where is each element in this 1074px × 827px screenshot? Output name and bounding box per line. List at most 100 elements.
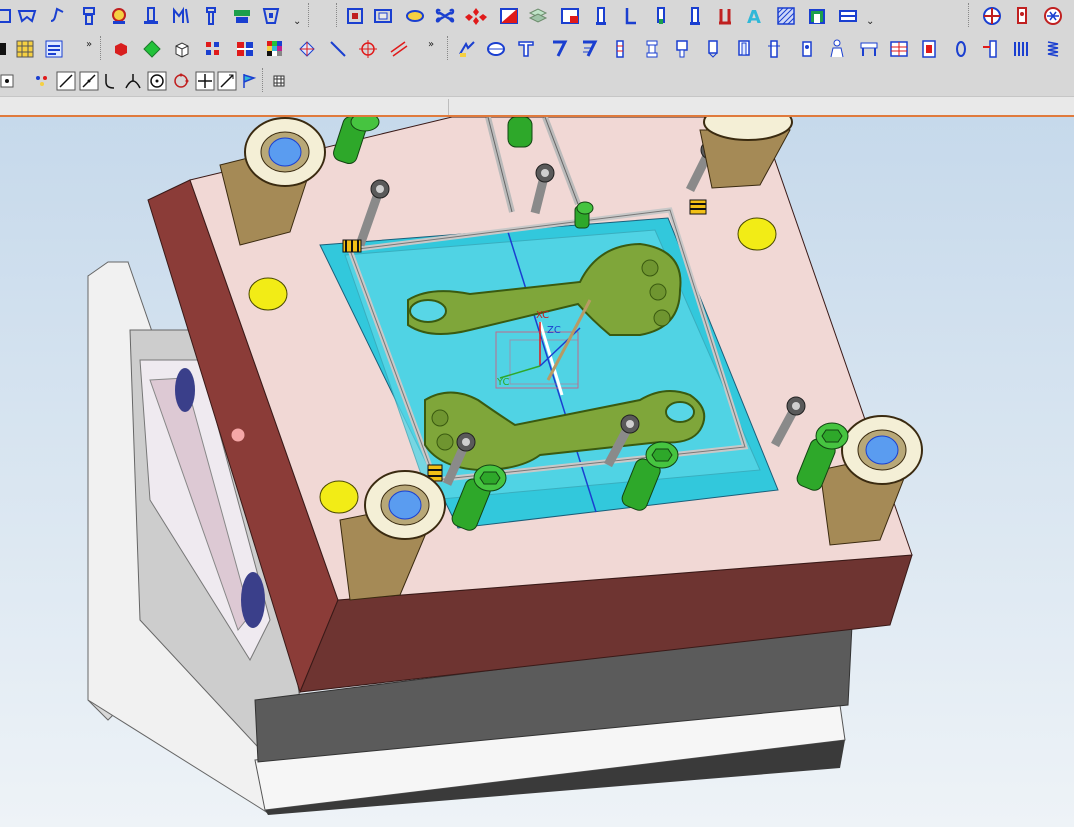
grid-icon[interactable]	[268, 70, 290, 92]
standard-part-icon[interactable]	[260, 5, 282, 27]
palette-icon[interactable]	[264, 38, 286, 60]
layer-manager-icon[interactable]	[43, 38, 65, 60]
spring-clip	[342, 239, 362, 253]
normal-icon[interactable]	[122, 70, 144, 92]
line-icon[interactable]	[327, 38, 349, 60]
tool-a-icon[interactable]	[1011, 5, 1033, 27]
layer-icon[interactable]	[527, 5, 549, 27]
spacer-icon[interactable]	[641, 38, 663, 60]
parting-line-icon[interactable]	[16, 5, 38, 27]
toolbar-overflow-chevron[interactable]: »	[428, 39, 434, 50]
lifter-icon[interactable]	[200, 5, 222, 27]
stop-icon[interactable]	[0, 38, 12, 60]
side-hole	[230, 427, 246, 443]
curve-tool-icon[interactable]	[100, 70, 122, 92]
pin-e-icon[interactable]	[714, 5, 736, 27]
render-box-icon[interactable]	[171, 38, 193, 60]
section-icon[interactable]	[559, 5, 581, 27]
runner-icon[interactable]	[46, 5, 68, 27]
spring-icon[interactable]	[1042, 38, 1064, 60]
ejector-knob	[175, 368, 195, 412]
render-cube-icon[interactable]	[110, 38, 132, 60]
gate-icon[interactable]	[108, 5, 130, 27]
render-diamond-icon[interactable]	[141, 38, 163, 60]
yellow-mark	[737, 217, 777, 251]
bolt-view-icon[interactable]	[456, 38, 478, 60]
snap-circle-icon[interactable]	[357, 38, 379, 60]
ejector-sleeve-icon[interactable]	[733, 38, 755, 60]
circle-center-icon[interactable]	[146, 70, 168, 92]
graphics-viewport[interactable]: XC ZC YC	[0, 117, 1074, 827]
sketch-box-icon[interactable]	[344, 5, 366, 27]
toolbar-overflow-chevron[interactable]: ⌄	[293, 16, 301, 27]
pin-t-icon[interactable]	[515, 38, 537, 60]
digit-7-hatched-icon[interactable]	[578, 38, 600, 60]
bush-icon[interactable]	[796, 38, 818, 60]
sleeve-icon[interactable]	[702, 38, 724, 60]
array-icon[interactable]	[465, 5, 487, 27]
line-tool-icon[interactable]	[55, 70, 77, 92]
yellow-mark	[319, 480, 359, 514]
toolbar-separator	[262, 68, 263, 92]
comb-icon[interactable]	[1011, 38, 1033, 60]
ejector-knob	[241, 572, 265, 628]
mold-base-icon[interactable]	[231, 5, 253, 27]
pillar-icon[interactable]	[609, 38, 631, 60]
arrow-line-icon[interactable]	[216, 70, 238, 92]
parallel-lines-icon[interactable]	[388, 38, 410, 60]
slider-icon[interactable]	[170, 5, 192, 27]
shape-flag-icon[interactable]	[498, 5, 520, 27]
o-ring-icon[interactable]	[950, 38, 972, 60]
flag-icon[interactable]	[238, 70, 260, 92]
view-named-icon[interactable]	[1042, 5, 1064, 27]
grid-select-icon[interactable]	[14, 38, 36, 60]
sketch-frame-icon[interactable]	[372, 5, 394, 27]
lattice-icon[interactable]	[202, 38, 224, 60]
spring-clip	[689, 199, 707, 215]
status-divider	[448, 99, 449, 115]
table-icon[interactable]	[888, 38, 910, 60]
pin-a-icon[interactable]	[590, 5, 612, 27]
status-bar	[0, 96, 1074, 117]
toolbar-separator	[968, 3, 969, 27]
toolbar-overflow-chevron[interactable]: »	[86, 39, 92, 50]
toolbar-separator	[447, 36, 448, 60]
fold-icon[interactable]	[296, 38, 318, 60]
step-icon[interactable]	[858, 38, 880, 60]
core-pin-icon[interactable]	[140, 5, 162, 27]
mold-wizard-icon[interactable]	[0, 5, 16, 27]
digit-7-icon[interactable]	[548, 38, 570, 60]
ellipse-icon[interactable]	[485, 38, 507, 60]
pin-d-icon[interactable]	[684, 5, 706, 27]
snap-cluster-icon[interactable]	[31, 70, 53, 92]
pattern-icon[interactable]	[434, 5, 456, 27]
person-icon[interactable]	[826, 38, 848, 60]
toolbar-row-2: » »	[0, 35, 1074, 65]
block-pin-icon[interactable]	[671, 38, 693, 60]
toolbar-separator	[308, 3, 309, 27]
view-orient-icon[interactable]	[981, 5, 1003, 27]
plate-icon[interactable]	[837, 5, 859, 27]
slash-icon[interactable]	[78, 70, 100, 92]
toolbar-row-3	[0, 67, 300, 97]
text-icon[interactable]: A	[744, 5, 766, 27]
pin-b-icon[interactable]	[620, 5, 642, 27]
snap-point-icon[interactable]	[0, 70, 18, 92]
hatch-icon[interactable]	[775, 5, 797, 27]
toolbar-overflow-chevron[interactable]: ⌄	[866, 16, 874, 27]
cross-icon[interactable]	[194, 70, 216, 92]
color-grid-icon[interactable]	[234, 38, 256, 60]
link-icon[interactable]	[980, 38, 1002, 60]
ejector-icon[interactable]	[78, 5, 100, 27]
green-bolt	[507, 117, 533, 148]
pin-c-icon[interactable]	[650, 5, 672, 27]
guide-pin-icon[interactable]	[763, 38, 785, 60]
text-icon-glyph: A	[747, 7, 761, 27]
circle-quadrant-icon[interactable]	[170, 70, 192, 92]
sketch-slot-icon[interactable]	[404, 5, 426, 27]
toolbar-row-1: ⌄ A ⌄	[0, 2, 1074, 32]
core-block-icon[interactable]	[918, 38, 940, 60]
block-icon[interactable]	[806, 5, 828, 27]
toolbar-separator	[336, 3, 337, 27]
toolbar-area: ⌄ A ⌄ » »	[0, 0, 1074, 117]
